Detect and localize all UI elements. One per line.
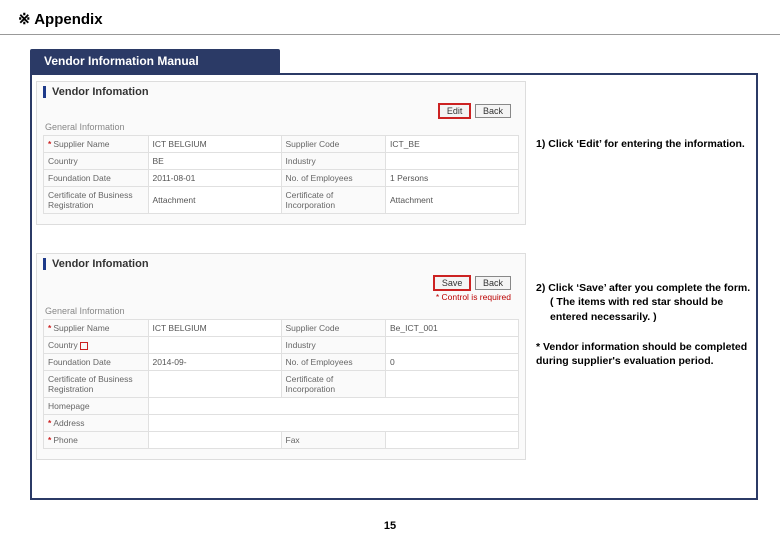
val: Attachment <box>148 187 281 214</box>
instructions: 1) Click ‘Edit’ for entering the informa… <box>536 81 752 488</box>
val: 0 <box>386 354 519 371</box>
vendor-heading: Vendor Infomation <box>43 86 519 98</box>
instruction-1: 1) Click ‘Edit’ for entering the informa… <box>536 137 752 151</box>
lbl: Certificate of Incorporation <box>281 371 386 398</box>
button-row: Save Back <box>43 276 519 290</box>
val: 2011-08-01 <box>148 170 281 187</box>
vendor-heading: Vendor Infomation <box>43 258 519 270</box>
info-table: *Supplier Name ICT BELGIUM Supplier Code… <box>43 319 519 449</box>
lbl: Foundation Date <box>44 354 149 371</box>
sub-heading: General Information <box>45 306 519 316</box>
required-note: * Control is required <box>43 292 519 302</box>
val: Be_ICT_001 <box>386 320 519 337</box>
instruction-2a: 2) Click ‘Save’ after you complete the f… <box>536 281 752 295</box>
info-table: *Supplier Name ICT BELGIUM Supplier Code… <box>43 135 519 214</box>
save-button[interactable]: Save <box>434 276 471 290</box>
instruction-note: * Vendor information should be completed… <box>536 340 752 368</box>
back-button[interactable]: Back <box>475 104 511 118</box>
lbl: Supplier Code <box>281 136 386 153</box>
val: ICT BELGIUM <box>148 320 281 337</box>
lbl: Certificate of Business Registration <box>44 371 149 398</box>
sub-heading: General Information <box>45 122 519 132</box>
val: ICT_BE <box>386 136 519 153</box>
title-text: Appendix <box>34 11 102 28</box>
section-tab: Vendor Information Manual <box>30 49 280 73</box>
val: 1 Persons <box>386 170 519 187</box>
lbl: Foundation Date <box>44 170 149 187</box>
val: ICT BELGIUM <box>148 136 281 153</box>
vendor-block-edit: Vendor Infomation Edit Back General Info… <box>36 81 526 225</box>
lbl: Supplier Name <box>53 323 109 333</box>
lbl: Address <box>53 418 84 428</box>
lbl: No. of Employees <box>281 354 386 371</box>
lbl: No. of Employees <box>281 170 386 187</box>
title-symbol: ※ <box>18 11 31 28</box>
val: 2014-09- <box>148 354 281 371</box>
lbl: Country <box>48 340 78 350</box>
instruction-2b: ( The items with red star should be ente… <box>536 295 752 323</box>
button-row: Edit Back <box>43 104 519 118</box>
edit-button[interactable]: Edit <box>439 104 471 118</box>
page-title: ※ Appendix <box>0 0 780 35</box>
back-button[interactable]: Back <box>475 276 511 290</box>
lbl: Certificate of Business Registration <box>44 187 149 214</box>
lbl: Fax <box>281 432 386 449</box>
lbl: Phone <box>53 435 78 445</box>
red-box-icon <box>80 342 88 350</box>
val <box>386 337 519 354</box>
lbl: Supplier Name <box>53 139 109 149</box>
val <box>148 337 281 354</box>
val <box>386 153 519 170</box>
lbl: Homepage <box>44 398 149 415</box>
lbl: Supplier Code <box>281 320 386 337</box>
page-number: 15 <box>0 520 780 532</box>
val: BE <box>148 153 281 170</box>
val: Attachment <box>386 187 519 214</box>
lbl: Country <box>44 153 149 170</box>
lbl: Industry <box>281 337 386 354</box>
lbl: Industry <box>281 153 386 170</box>
main-panel: Vendor Infomation Edit Back General Info… <box>30 73 758 500</box>
lbl: Certificate of Incorporation <box>281 187 386 214</box>
vendor-block-save: Vendor Infomation Save Back * Control is… <box>36 253 526 460</box>
